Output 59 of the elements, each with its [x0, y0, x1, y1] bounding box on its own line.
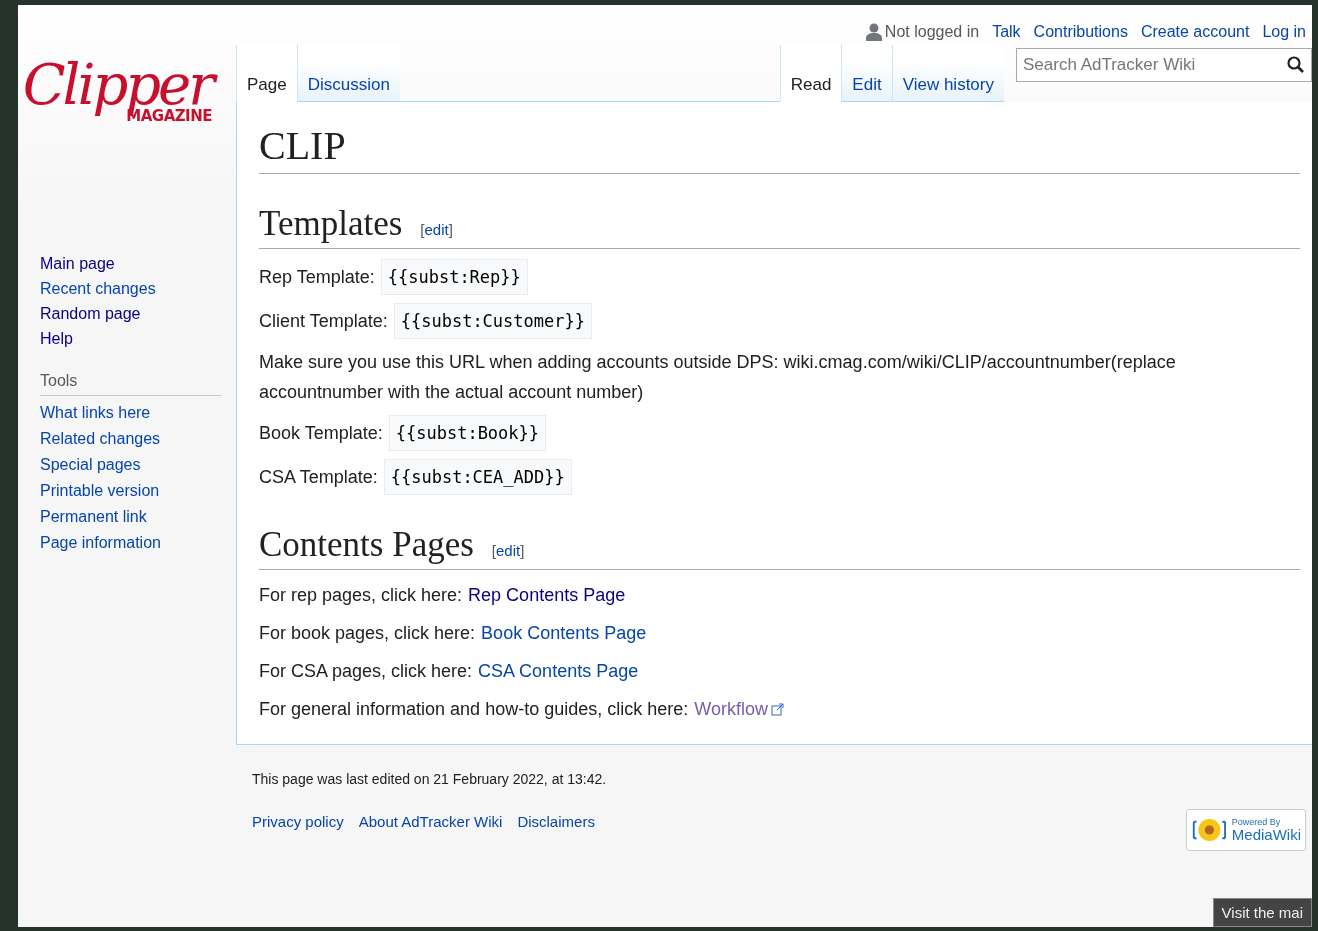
- user-icon: [865, 22, 882, 41]
- content-link[interactable]: Workflow: [694, 694, 770, 724]
- sidebar-link[interactable]: What links here: [40, 404, 236, 422]
- sidebar-link[interactable]: Special pages: [40, 456, 236, 474]
- content-link[interactable]: Rep Contents Page: [468, 580, 626, 610]
- section-heading: Templates: [259, 204, 403, 244]
- edit-link[interactable]: edit: [496, 542, 521, 559]
- sidebar-link[interactable]: Related changes: [40, 430, 236, 448]
- content-link[interactable]: Book Contents Page: [481, 618, 647, 648]
- page-title: CLIP: [259, 122, 1300, 174]
- tab[interactable]: Discussion: [296, 45, 400, 102]
- template-code: {{subst:Book}}: [388, 415, 547, 451]
- search-icon[interactable]: [1287, 55, 1304, 73]
- template-code: {{subst:Customer}}: [393, 303, 592, 339]
- search-field[interactable]: Search AdTracker Wiki: [1016, 47, 1312, 82]
- instruction-text: Make sure you use this URL when adding accounts outside DPS: wiki.cmag.com/wiki/CLIP/accountnumber(replace accountnumber with the actual account number): [259, 351, 1177, 404]
- tooltip: Visit the mai: [1212, 898, 1312, 927]
- link-label: For general information and how-to guides, click here:: [259, 698, 689, 721]
- personal-link[interactable]: Contributions: [1033, 22, 1128, 41]
- link-label: For book pages, click here:: [259, 622, 476, 645]
- template-code: {{subst:Rep}}: [380, 259, 528, 295]
- template-label: Book Template:: [259, 422, 383, 445]
- external-link-icon: [770, 702, 784, 716]
- bracket: [: [420, 221, 425, 238]
- tab[interactable]: Edit: [841, 45, 892, 102]
- link-label: For rep pages, click here:: [259, 584, 463, 607]
- personal-link[interactable]: Create account: [1140, 22, 1250, 41]
- sidebar-link[interactable]: Permanent link: [40, 508, 236, 526]
- content-link[interactable]: CSA Contents Page: [478, 656, 639, 686]
- sidebar-link[interactable]: Random page: [40, 305, 236, 323]
- personal-link[interactable]: Log in: [1262, 22, 1306, 41]
- tab[interactable]: Read: [779, 45, 842, 102]
- bracket: ]: [448, 221, 453, 238]
- sidebar-link[interactable]: Printable version: [40, 482, 236, 500]
- tools-heading: Tools: [40, 372, 222, 396]
- footer-link[interactable]: Disclaimers: [517, 813, 595, 830]
- bracket: [: [491, 542, 497, 559]
- tab[interactable]: View history: [891, 45, 1004, 102]
- badge-caption: Powered By: [1231, 818, 1282, 827]
- edit-link[interactable]: edit: [424, 221, 449, 238]
- badge-title: MediaWiki: [1231, 827, 1301, 842]
- footer-link[interactable]: About AdTracker Wiki: [358, 813, 503, 830]
- template-label: Client Template:: [259, 310, 388, 333]
- sidebar-link[interactable]: Help: [40, 330, 236, 348]
- link-label: For CSA pages, click here:: [259, 660, 473, 683]
- sidebar-link[interactable]: Page information: [40, 534, 236, 552]
- template-label: CSA Template:: [259, 466, 378, 489]
- bracket: ]: [520, 542, 525, 559]
- login-status: Not logged in: [884, 22, 980, 41]
- tab[interactable]: Page: [236, 45, 297, 102]
- sidebar-link[interactable]: Recent changes: [40, 280, 236, 298]
- template-label: Rep Template:: [259, 266, 375, 289]
- sidebar-link[interactable]: Main page: [40, 255, 236, 273]
- mediawiki-badge[interactable]: Powered By MediaWiki: [1186, 809, 1306, 851]
- personal-link[interactable]: Talk: [992, 22, 1021, 41]
- template-code: {{subst:CEA_ADD}}: [383, 459, 572, 495]
- section-heading: Contents Pages: [259, 525, 474, 565]
- footer-link[interactable]: Privacy policy: [252, 813, 344, 830]
- last-edited-text: This page was last edited on 21 February 2022, at 13:42.: [252, 771, 608, 787]
